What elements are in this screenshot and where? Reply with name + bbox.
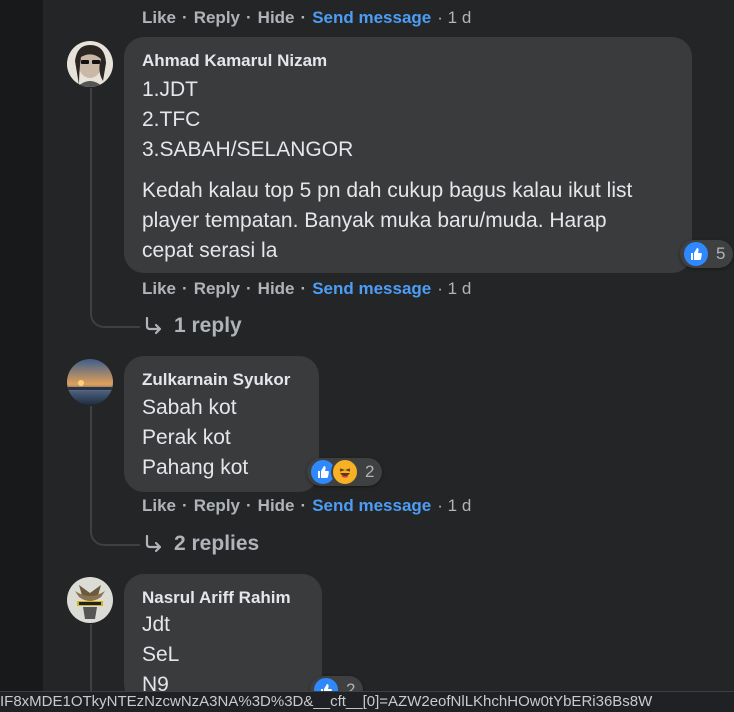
comment-text-line: Perak kot xyxy=(142,426,231,449)
separator: · xyxy=(300,279,307,298)
comment-text-line: Kedah kalau top 5 pn dah cukup bagus kal… xyxy=(142,179,633,202)
replies-count-label: 2 replies xyxy=(174,532,260,555)
reaction-count: 5 xyxy=(716,244,726,263)
comment-author[interactable]: Ahmad Kamarul Nizam xyxy=(142,51,327,71)
separator: · xyxy=(246,279,252,298)
separator: · xyxy=(437,496,443,515)
reply-link[interactable]: Reply xyxy=(194,8,240,28)
age-text: 1 d xyxy=(447,279,472,298)
reaction-summary[interactable]: 5 xyxy=(680,240,734,268)
comment-age: · 1 d xyxy=(437,8,471,28)
separator: · xyxy=(246,496,252,515)
comment-text-line: 1.JDT xyxy=(142,78,199,101)
comment-author[interactable]: Nasrul Ariff Rahim xyxy=(142,588,291,608)
comment-bubble: Nasrul Ariff Rahim Jdt SeL N9 xyxy=(124,574,322,704)
comment-text-line: Sabah kot xyxy=(142,396,237,419)
separator: · xyxy=(437,8,443,27)
avatar[interactable] xyxy=(67,359,113,405)
comment-author[interactable]: Zulkarnain Syukor xyxy=(142,370,290,390)
comment-text-line: Pahang kot xyxy=(142,456,249,479)
send-message-link[interactable]: Send message xyxy=(312,496,431,516)
haha-reaction-icon xyxy=(331,458,359,486)
left-gutter xyxy=(0,0,43,711)
separator: · xyxy=(437,279,443,298)
separator: · xyxy=(300,8,307,27)
comment-text-line: player tempatan. Banyak muka baru/muda. … xyxy=(142,209,607,232)
like-reaction-icon xyxy=(682,240,710,268)
thread-line xyxy=(90,406,92,516)
comment-text-line: 3.SABAH/SELANGOR xyxy=(142,138,354,161)
like-link[interactable]: Like xyxy=(142,279,176,299)
separator: · xyxy=(246,8,252,27)
hide-link[interactable]: Hide xyxy=(258,496,295,516)
age-text: 1 d xyxy=(447,496,472,515)
hide-link[interactable]: Hide xyxy=(258,8,295,28)
view-replies-link[interactable]: 2 replies xyxy=(144,532,259,556)
reply-link[interactable]: Reply xyxy=(194,279,240,299)
avatar[interactable] xyxy=(67,41,113,87)
hide-link[interactable]: Hide xyxy=(258,279,295,299)
separator: · xyxy=(182,8,188,27)
reaction-count: 2 xyxy=(365,462,375,481)
comment-text-line: SeL xyxy=(142,643,180,666)
separator: · xyxy=(182,279,188,298)
thread-connector xyxy=(90,516,140,546)
avatar[interactable] xyxy=(67,577,113,623)
thread-line xyxy=(90,624,92,694)
like-link[interactable]: Like xyxy=(142,8,176,28)
thread-connector xyxy=(90,298,140,328)
age-text: 1 d xyxy=(447,8,472,27)
replies-count-label: 1 reply xyxy=(174,314,242,337)
like-link[interactable]: Like xyxy=(142,496,176,516)
comment-actions: Like · Reply · Hide · Send message · 1 d xyxy=(142,495,471,517)
reply-arrow-icon xyxy=(144,534,164,554)
comment-bubble: Ahmad Kamarul Nizam 1.JDT 2.TFC 3.SABAH/… xyxy=(124,37,692,273)
status-bar-url: IF8xMDE1OTkyNTEzNzcwNzA3NA%3D%3D&__cft__… xyxy=(0,691,734,712)
reply-link[interactable]: Reply xyxy=(194,496,240,516)
comment-bubble: Zulkarnain Syukor Sabah kot Perak kot Pa… xyxy=(124,356,319,492)
reply-arrow-icon xyxy=(144,316,164,336)
comment-text-line: Jdt xyxy=(142,613,171,636)
view-replies-link[interactable]: 1 reply xyxy=(144,314,242,338)
thread-line xyxy=(90,88,92,298)
reaction-summary[interactable]: 2 xyxy=(307,458,383,486)
send-message-link[interactable]: Send message xyxy=(312,8,431,28)
comment-text-line: 2.TFC xyxy=(142,108,201,131)
separator: · xyxy=(300,496,307,515)
comment-age: · 1 d xyxy=(437,496,471,516)
separator: · xyxy=(182,496,188,515)
comment-age: · 1 d xyxy=(437,279,471,299)
comment-actions-top: Like · Reply · Hide · Send message · 1 d xyxy=(142,7,471,29)
comment-actions: Like · Reply · Hide · Send message · 1 d xyxy=(142,278,471,300)
comment-text-line: cepat serasi la xyxy=(142,239,278,262)
send-message-link[interactable]: Send message xyxy=(312,279,431,299)
